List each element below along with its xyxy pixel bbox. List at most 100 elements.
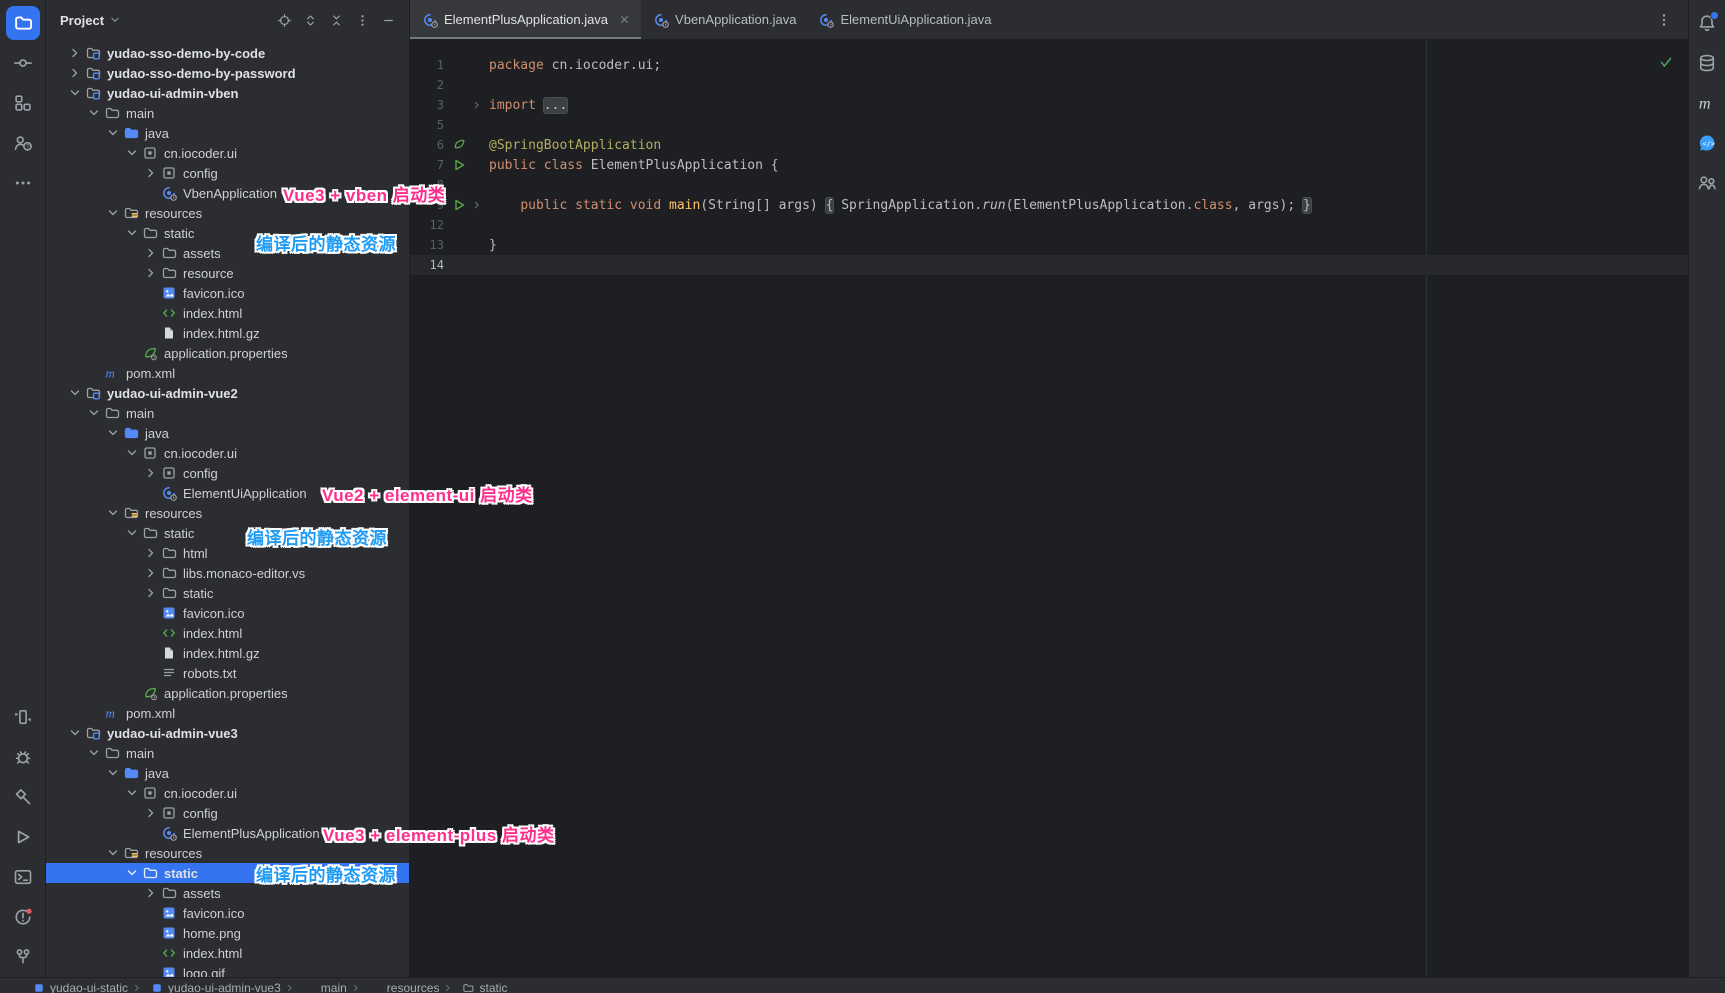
tool-build-button[interactable]	[6, 780, 40, 814]
tree-chevron-icon[interactable]	[86, 405, 102, 421]
tree-chevron-icon[interactable]	[143, 885, 159, 901]
tree-chevron-icon[interactable]	[124, 865, 140, 881]
tree-row[interactable]: main	[46, 403, 409, 423]
tree-chevron-icon[interactable]	[124, 525, 140, 541]
tree-row[interactable]: yudao-ui-admin-vue3	[46, 723, 409, 743]
tree-chevron-icon[interactable]	[143, 465, 159, 481]
tree-chevron-icon[interactable]	[105, 125, 121, 141]
editor-tab[interactable]: ElementUiApplication.java	[806, 0, 1001, 39]
tree-row[interactable]: yudao-sso-demo-by-code	[46, 43, 409, 63]
tree-row[interactable]: yudao-ui-admin-vben	[46, 83, 409, 103]
tool-run-button[interactable]	[6, 820, 40, 854]
tool-ai-chat-button[interactable]: </>	[1690, 126, 1724, 160]
tree-row[interactable]: assets	[46, 883, 409, 903]
tree-row[interactable]: index.html	[46, 303, 409, 323]
tree-row[interactable]: robots.txt	[46, 663, 409, 683]
tool-git-button[interactable]	[6, 940, 40, 974]
tree-row[interactable]: favicon.ico	[46, 903, 409, 923]
tree-row[interactable]: config	[46, 463, 409, 483]
code-editor[interactable]: 1 package cn.iocoder.ui; 2	[410, 40, 1688, 977]
tree-row[interactable]: resources	[46, 503, 409, 523]
tree-chevron-icon[interactable]	[143, 805, 159, 821]
editor-tab[interactable]: ElementPlusApplication.java	[410, 0, 641, 39]
tree-chevron-icon[interactable]	[124, 225, 140, 241]
tree-row[interactable]: main	[46, 103, 409, 123]
tree-row[interactable]: favicon.ico	[46, 603, 409, 623]
tree-chevron-icon[interactable]	[143, 325, 159, 341]
expand-all-button[interactable]	[299, 9, 321, 31]
tree-row[interactable]: application.properties	[46, 683, 409, 703]
tree-chevron-icon[interactable]	[67, 85, 83, 101]
tree-row[interactable]: cn.iocoder.ui	[46, 143, 409, 163]
editor-tab[interactable]: VbenApplication.java	[641, 0, 806, 39]
tree-chevron-icon[interactable]	[143, 165, 159, 181]
tool-structure-button[interactable]	[6, 86, 40, 120]
tree-chevron-icon[interactable]	[143, 825, 159, 841]
tree-row[interactable]: java	[46, 763, 409, 783]
breadcrumb-item[interactable]: yudao-ui-admin-vue3	[128, 978, 281, 993]
collapse-all-button[interactable]	[325, 9, 347, 31]
tree-chevron-icon[interactable]	[86, 745, 102, 761]
tree-chevron-icon[interactable]	[143, 305, 159, 321]
tree-chevron-icon[interactable]	[105, 205, 121, 221]
tree-row[interactable]: logo.gif	[46, 963, 409, 977]
tree-chevron-icon[interactable]	[143, 585, 159, 601]
tree-chevron-icon[interactable]	[143, 185, 159, 201]
tree-row[interactable]: yudao-sso-demo-by-password	[46, 63, 409, 83]
tool-database-button[interactable]	[1690, 46, 1724, 80]
locate-file-button[interactable]	[273, 9, 295, 31]
panel-title-chevron-icon[interactable]	[108, 13, 122, 27]
notifications-button[interactable]	[1690, 6, 1724, 40]
tree-chevron-icon[interactable]	[143, 565, 159, 581]
tree-chevron-icon[interactable]	[143, 665, 159, 681]
tree-chevron-icon[interactable]	[105, 845, 121, 861]
tree-row[interactable]: application.properties	[46, 343, 409, 363]
tree-chevron-icon[interactable]	[143, 545, 159, 561]
tree-row[interactable]: main	[46, 743, 409, 763]
tool-problems-button[interactable]	[6, 900, 40, 934]
tree-chevron-icon[interactable]	[143, 945, 159, 961]
tree-chevron-icon[interactable]	[124, 145, 140, 161]
tree-row[interactable]: resources	[46, 843, 409, 863]
gutter-fold-icon[interactable]	[471, 199, 483, 211]
tree-chevron-icon[interactable]	[143, 925, 159, 941]
gutter-fold-icon[interactable]	[471, 99, 483, 111]
close-tab-icon[interactable]	[618, 13, 631, 26]
tree-row[interactable]: m pom.xml	[46, 703, 409, 723]
tree-row[interactable]: index.html	[46, 623, 409, 643]
tree-chevron-icon[interactable]	[143, 245, 159, 261]
tree-row[interactable]: index.html	[46, 943, 409, 963]
tree-chevron-icon[interactable]	[143, 965, 159, 977]
tree-chevron-icon[interactable]	[124, 785, 140, 801]
tree-chevron-icon[interactable]	[143, 605, 159, 621]
tree-chevron-icon[interactable]	[67, 65, 83, 81]
tool-code-with-me-button[interactable]	[1690, 166, 1724, 200]
tree-chevron-icon[interactable]	[124, 445, 140, 461]
tree-row[interactable]: index.html.gz	[46, 323, 409, 343]
breadcrumb-item[interactable]: static	[439, 978, 507, 993]
tree-chevron-icon[interactable]	[143, 625, 159, 641]
tree-chevron-icon[interactable]	[86, 705, 102, 721]
tree-row[interactable]: resource	[46, 263, 409, 283]
tree-chevron-icon[interactable]	[105, 425, 121, 441]
tool-project-button[interactable]	[6, 6, 40, 40]
options-menu-button[interactable]	[351, 9, 373, 31]
tree-chevron-icon[interactable]	[143, 645, 159, 661]
tree-chevron-icon[interactable]	[143, 485, 159, 501]
breadcrumb-item[interactable]: main	[281, 978, 347, 993]
tree-chevron-icon[interactable]	[105, 765, 121, 781]
tool-maven-button[interactable]: m	[1690, 86, 1724, 120]
tree-row[interactable]: java	[46, 123, 409, 143]
tree-chevron-icon[interactable]	[67, 45, 83, 61]
breadcrumb-item[interactable]: yudao-ui-static	[10, 978, 128, 993]
panel-title[interactable]: Project	[60, 13, 104, 28]
breadcrumb-item[interactable]: resources	[347, 978, 440, 993]
tree-row[interactable]: favicon.ico	[46, 283, 409, 303]
tree-chevron-icon[interactable]	[124, 685, 140, 701]
tree-chevron-icon[interactable]	[143, 265, 159, 281]
tool-more-button[interactable]	[6, 166, 40, 200]
tool-help-chat-button[interactable]: ?	[6, 126, 40, 160]
tree-row[interactable]: config	[46, 163, 409, 183]
tool-debug-button[interactable]	[6, 740, 40, 774]
gutter-run-icon[interactable]	[451, 197, 467, 213]
